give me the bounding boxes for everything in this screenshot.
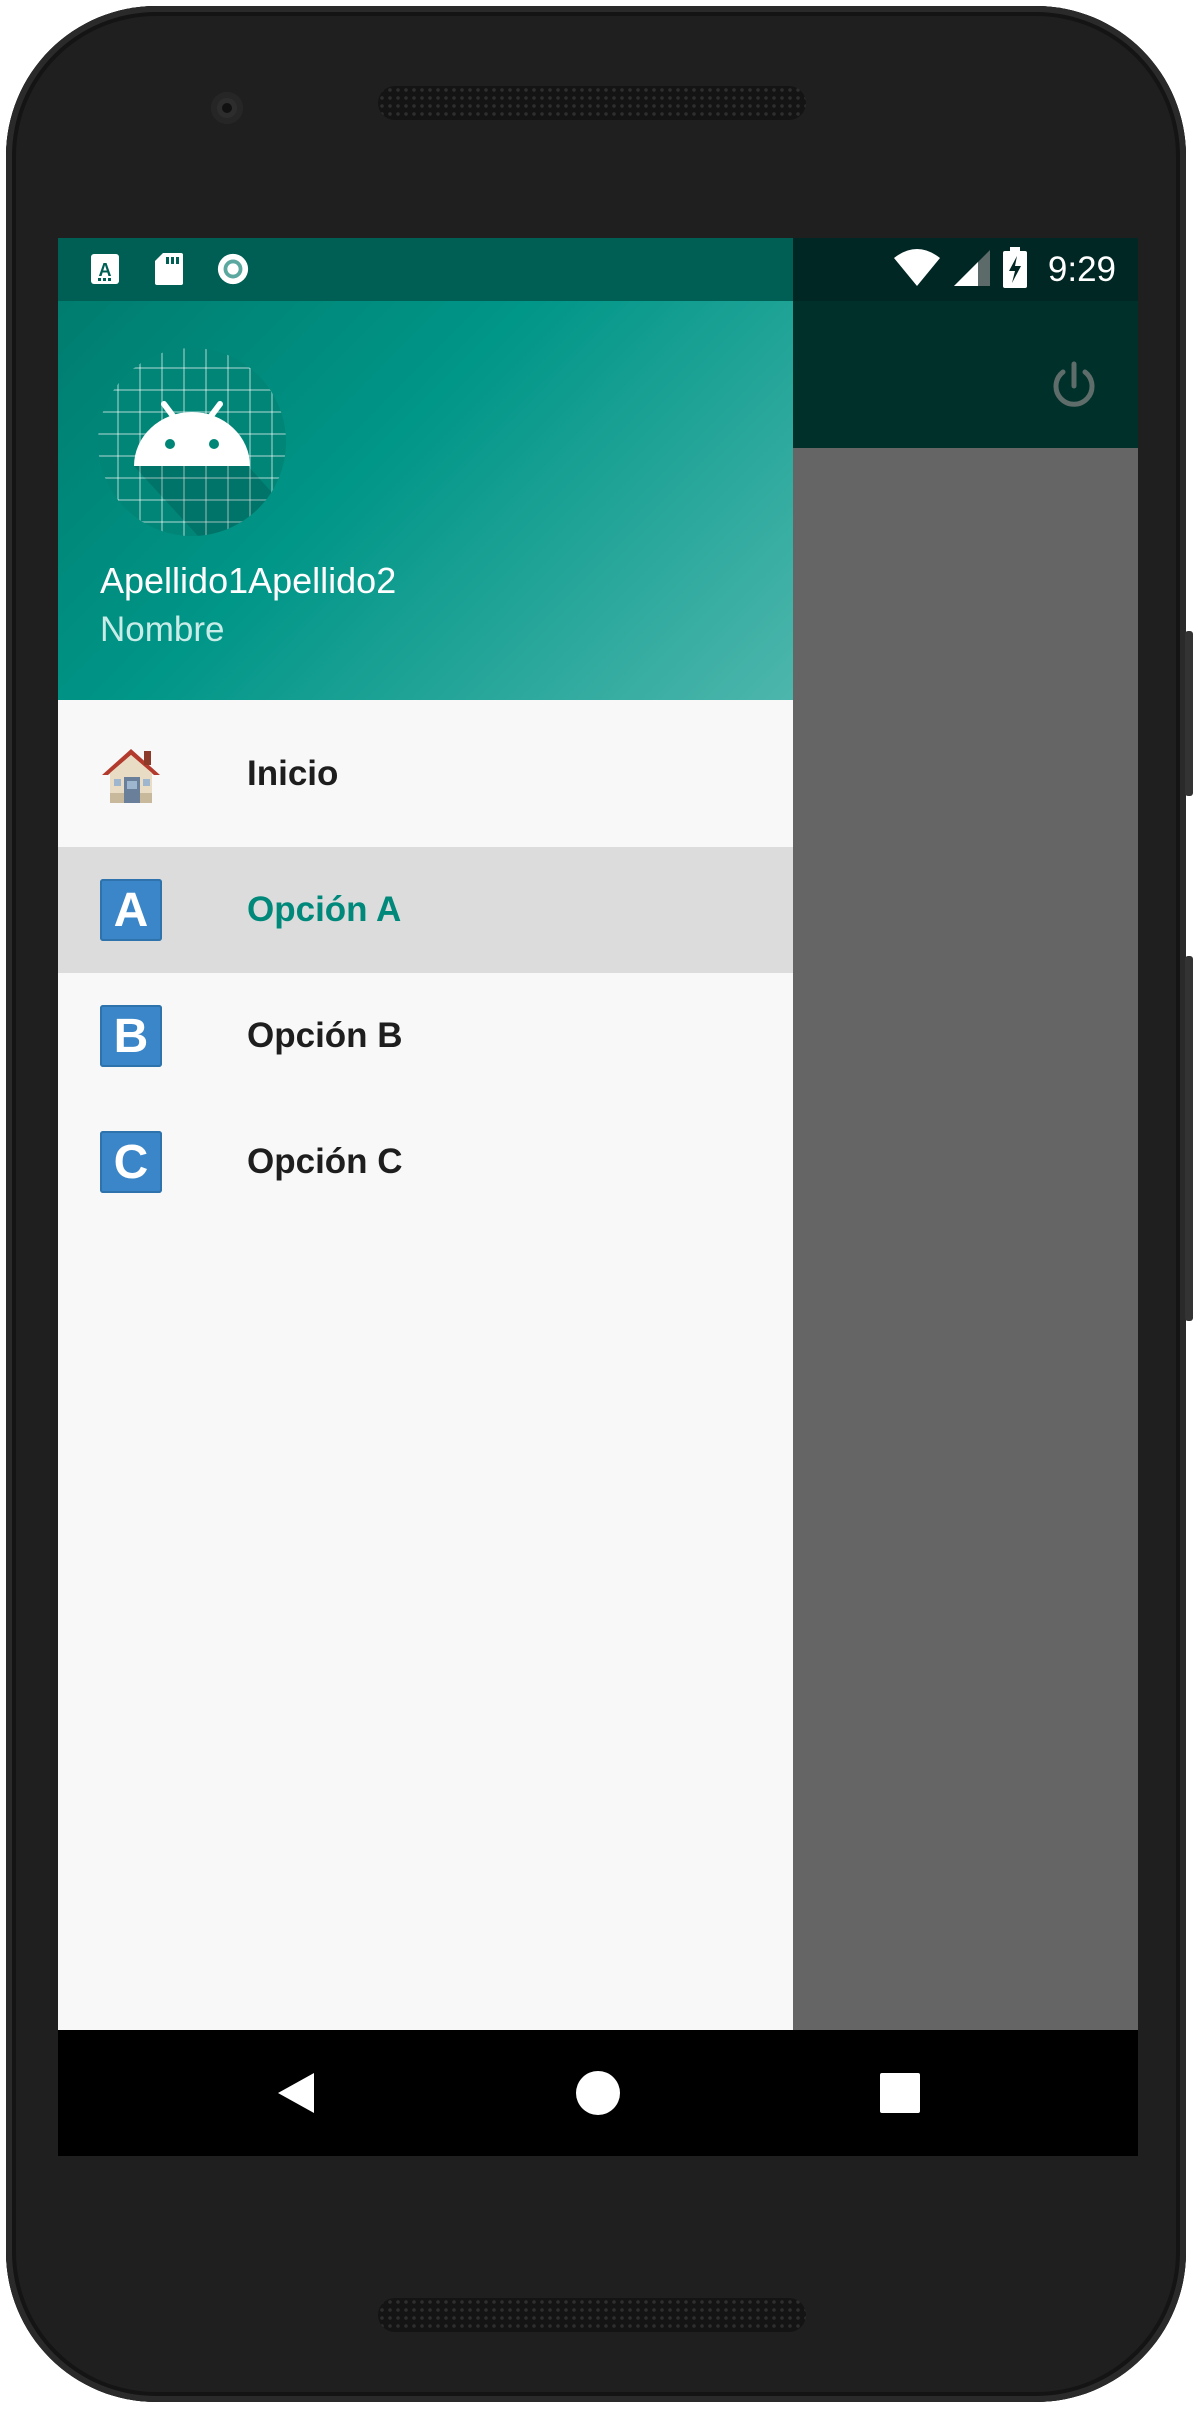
menu-item-label: Opción C bbox=[247, 1142, 403, 1181]
menu-item-label: Opción B bbox=[247, 1016, 403, 1055]
power-icon[interactable] bbox=[1046, 358, 1102, 414]
phone-frame: A 9:29 Apellido1Apellido2 Nombre Inicio … bbox=[6, 6, 1193, 2402]
volume-side-button bbox=[1185, 956, 1193, 1321]
letter-b-icon: B bbox=[100, 1005, 162, 1067]
menu-item-label: Inicio bbox=[247, 753, 339, 793]
svg-text:A: A bbox=[99, 260, 112, 280]
status-clock: 9:29 bbox=[1047, 250, 1116, 289]
user-name: Apellido1Apellido2 bbox=[100, 560, 397, 601]
power-side-button bbox=[1185, 631, 1193, 796]
wifi-icon bbox=[892, 248, 942, 293]
recents-icon[interactable] bbox=[876, 2069, 924, 2117]
record-icon bbox=[216, 252, 250, 286]
home-icon[interactable] bbox=[574, 2069, 622, 2117]
menu-item-opcion-b[interactable]: B Opción B bbox=[58, 973, 793, 1099]
screen: A 9:29 Apellido1Apellido2 Nombre Inicio … bbox=[58, 238, 1138, 2156]
house-icon bbox=[100, 743, 162, 805]
drawer-header: Apellido1Apellido2 Nombre bbox=[58, 238, 793, 700]
letter-a-icon: A bbox=[100, 879, 162, 941]
back-icon[interactable] bbox=[272, 2069, 320, 2117]
status-left-icons: A bbox=[88, 252, 250, 286]
android-icon[interactable] bbox=[98, 348, 286, 536]
navigation-drawer: Apellido1Apellido2 Nombre Inicio A Opció… bbox=[58, 238, 793, 2156]
bottom-speaker bbox=[378, 2298, 806, 2332]
menu-item-inicio[interactable]: Inicio bbox=[58, 700, 793, 847]
menu-item-label: Opción A bbox=[247, 890, 402, 929]
battery-charging-icon bbox=[1002, 246, 1028, 294]
front-camera bbox=[211, 92, 243, 124]
letter-c-icon: C bbox=[100, 1131, 162, 1193]
status-right-icons: 9:29 bbox=[892, 246, 1116, 294]
system-nav-bar bbox=[58, 2030, 1138, 2156]
menu-item-opcion-a[interactable]: A Opción A bbox=[58, 847, 793, 973]
signal-icon bbox=[952, 248, 992, 293]
top-speaker bbox=[378, 86, 806, 120]
sd-card-icon bbox=[152, 252, 186, 286]
a-notification-icon: A bbox=[88, 252, 122, 286]
user-subtitle: Nombre bbox=[100, 610, 225, 649]
menu-item-opcion-c[interactable]: C Opción C bbox=[58, 1099, 793, 1225]
drawer-menu: Inicio A Opción A B Opción B C Opción C bbox=[58, 700, 793, 1225]
